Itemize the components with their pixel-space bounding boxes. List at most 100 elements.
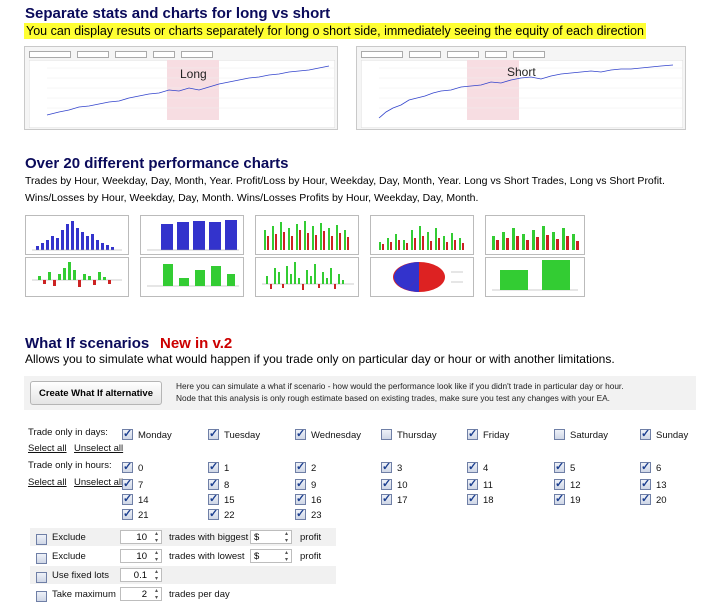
hour-checkbox[interactable] xyxy=(208,477,219,490)
day-option-thursday[interactable]: Thursday xyxy=(381,427,437,445)
hour-checkbox[interactable] xyxy=(208,507,219,520)
hour-label: 16 xyxy=(311,495,322,506)
day-checkbox-tuesday[interactable] xyxy=(208,427,219,440)
hours-select-links: Select all Unselect all xyxy=(28,472,123,490)
day-option-monday[interactable]: Monday xyxy=(122,427,172,445)
hour-checkbox[interactable] xyxy=(381,460,392,473)
hour-option[interactable]: 0 xyxy=(122,460,143,478)
hour-checkbox[interactable] xyxy=(295,492,306,505)
day-checkbox-friday[interactable] xyxy=(467,427,478,440)
hour-option[interactable]: 18 xyxy=(467,492,494,510)
hour-label: 6 xyxy=(656,463,662,474)
day-checkbox-monday[interactable] xyxy=(122,427,133,440)
day-checkbox-thursday[interactable] xyxy=(381,429,392,440)
max-trades-stepper[interactable]: 2 xyxy=(120,587,162,602)
section-charts-desc-line2: Wins/Losses by Hour, Weekday, Day, Month… xyxy=(25,192,479,204)
hour-checkbox[interactable] xyxy=(295,507,306,520)
section-whatif-desc: Allows you to simulate what would happen… xyxy=(25,352,615,366)
hour-checkbox[interactable] xyxy=(554,492,565,505)
hour-option[interactable]: 17 xyxy=(381,492,408,510)
hours-unselect-all-link[interactable]: Unselect all xyxy=(74,477,123,488)
hour-checkbox[interactable] xyxy=(640,477,651,490)
option-fixed-lots-check[interactable] xyxy=(36,570,47,588)
hour-label: 13 xyxy=(656,480,667,491)
option-exclude-biggest-end: profit xyxy=(300,532,322,543)
hour-checkbox[interactable] xyxy=(122,492,133,505)
option-exclude-lowest-end: profit xyxy=(300,551,322,562)
hour-label: 8 xyxy=(224,480,230,491)
section-long-short-subtitle: You can display resuts or charts separat… xyxy=(24,23,646,39)
hour-checkbox[interactable] xyxy=(554,477,565,490)
chart-thumb-pl-by-day xyxy=(255,257,359,297)
create-whatif-button[interactable]: Create What If alternative xyxy=(30,381,162,405)
short-label: Short xyxy=(507,65,536,79)
hour-checkbox[interactable] xyxy=(122,460,133,473)
days-select-all-link[interactable]: Select all xyxy=(28,443,67,454)
day-checkbox-saturday[interactable] xyxy=(554,429,565,440)
hour-option[interactable]: 20 xyxy=(640,492,667,510)
day-option-friday[interactable]: Friday xyxy=(467,427,509,445)
hour-checkbox[interactable] xyxy=(208,460,219,473)
exclude-lowest-checkbox[interactable] xyxy=(36,553,47,564)
days-select-links: Select all Unselect all xyxy=(28,438,123,456)
chart-thumb-wins-losses-by-day xyxy=(255,215,359,255)
day-checkbox-sunday[interactable] xyxy=(640,427,651,440)
chart-thumb-long-vs-short-profit xyxy=(485,257,585,297)
option-fixed-lots-label: Use fixed lots xyxy=(52,570,110,581)
hour-checkbox[interactable] xyxy=(640,460,651,473)
hour-checkbox[interactable] xyxy=(122,477,133,490)
max-trades-checkbox[interactable] xyxy=(36,591,47,602)
hour-checkbox[interactable] xyxy=(381,477,392,490)
day-option-wednesday[interactable]: Wednesday xyxy=(295,427,361,445)
whatif-info-line2: Node that this analysis is only rough es… xyxy=(176,393,610,403)
long-label: Long xyxy=(180,67,207,81)
hour-checkbox[interactable] xyxy=(467,460,478,473)
option-exclude-biggest-check[interactable] xyxy=(36,532,47,550)
exclude-biggest-checkbox[interactable] xyxy=(36,534,47,545)
hour-checkbox[interactable] xyxy=(122,507,133,520)
option-max-trades-text: trades per day xyxy=(169,589,230,600)
hour-option[interactable]: 2 xyxy=(295,460,316,478)
exclude-lowest-unit-select[interactable]: $ xyxy=(250,549,292,564)
hour-label: 11 xyxy=(483,480,493,491)
hour-checkbox[interactable] xyxy=(467,492,478,505)
hour-label: 20 xyxy=(656,495,667,506)
exclude-biggest-count-stepper[interactable]: 10 xyxy=(120,530,162,545)
day-checkbox-wednesday[interactable] xyxy=(295,427,306,440)
hour-option[interactable]: 6 xyxy=(640,460,661,478)
days-unselect-all-link[interactable]: Unselect all xyxy=(74,443,123,454)
day-option-sunday[interactable]: Sunday xyxy=(640,427,688,445)
hour-checkbox[interactable] xyxy=(381,492,392,505)
hour-option[interactable]: 19 xyxy=(554,492,581,510)
exclude-biggest-unit-select[interactable]: $ xyxy=(250,530,292,545)
hours-select-all-link[interactable]: Select all xyxy=(28,477,67,488)
hour-option[interactable]: 21 xyxy=(122,507,149,525)
hour-option[interactable]: 5 xyxy=(554,460,575,478)
hour-option[interactable]: 3 xyxy=(381,460,402,478)
chart-thumb-profits-by-day xyxy=(370,215,474,255)
fixed-lots-stepper[interactable]: 0.1 xyxy=(120,568,162,583)
hour-checkbox[interactable] xyxy=(295,477,306,490)
option-max-trades-check[interactable] xyxy=(36,589,47,607)
hour-checkbox[interactable] xyxy=(554,460,565,473)
hour-option[interactable]: 1 xyxy=(208,460,229,478)
hours-label: Trade only in hours: xyxy=(28,460,112,471)
fixed-lots-checkbox[interactable] xyxy=(36,572,47,583)
hour-checkbox[interactable] xyxy=(208,492,219,505)
chart-thumb-trades-by-weekday xyxy=(140,215,244,255)
hour-checkbox[interactable] xyxy=(295,460,306,473)
hour-label: 9 xyxy=(311,480,317,491)
hour-label: 10 xyxy=(397,480,408,491)
hour-option[interactable]: 22 xyxy=(208,507,235,525)
hour-option[interactable]: 4 xyxy=(467,460,488,478)
hour-checkbox[interactable] xyxy=(467,477,478,490)
hour-label: 15 xyxy=(224,495,235,506)
hour-label: 17 xyxy=(397,495,408,506)
day-option-saturday[interactable]: Saturday xyxy=(554,427,608,445)
hour-label: 21 xyxy=(138,510,149,521)
day-option-tuesday[interactable]: Tuesday xyxy=(208,427,260,445)
option-exclude-lowest-text: trades with lowest xyxy=(169,551,245,562)
hour-option[interactable]: 23 xyxy=(295,507,322,525)
hour-checkbox[interactable] xyxy=(640,492,651,505)
exclude-lowest-count-stepper[interactable]: 10 xyxy=(120,549,162,564)
